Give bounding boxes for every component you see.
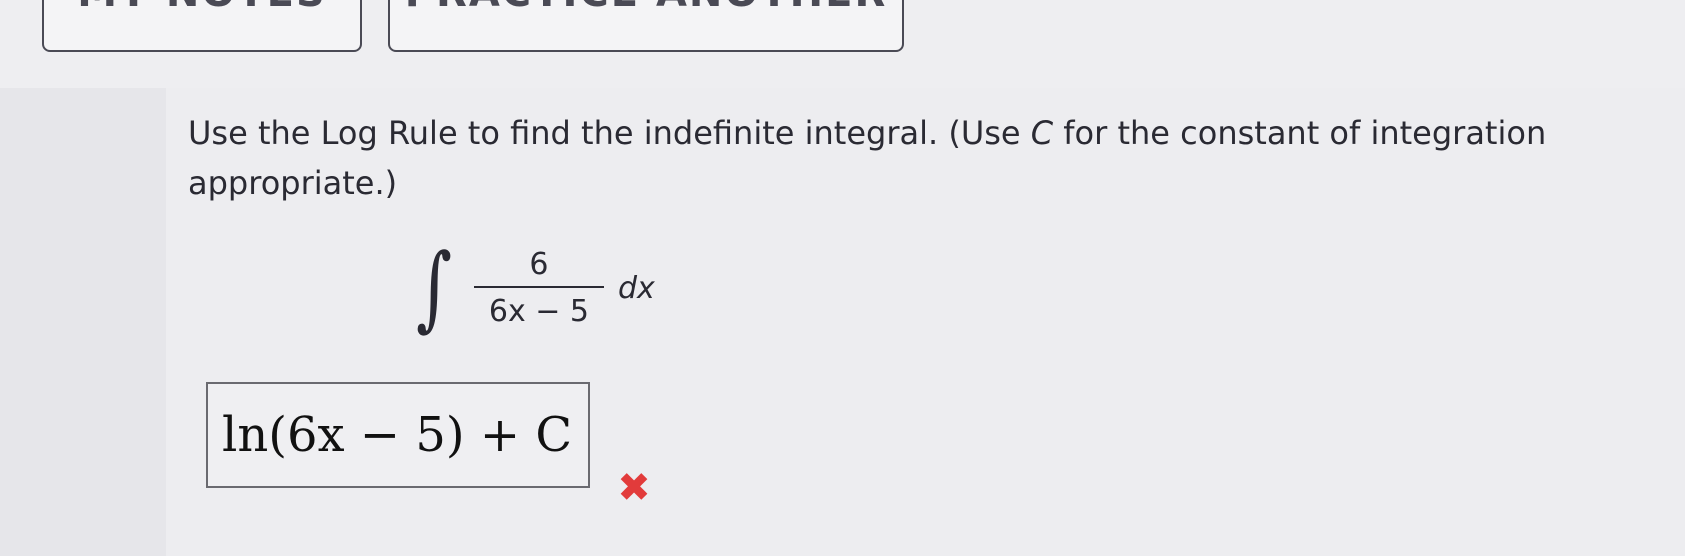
fraction-denominator: 6x − 5 — [488, 294, 589, 329]
question-text: Use the Log Rule to find the indefinite … — [188, 108, 1685, 208]
integral-sign: ∫ — [415, 234, 452, 341]
left-margin — [0, 88, 167, 556]
question-line-1: Use the Log Rule to find the indefinite … — [188, 114, 1547, 152]
question-line-2: appropriate.) — [188, 164, 398, 202]
practice-another-button[interactable]: PRACTICE ANOTHER — [388, 0, 904, 52]
cross-icon: ✖ — [617, 465, 651, 511]
practice-another-label: PRACTICE ANOTHER — [405, 0, 888, 16]
answer-input[interactable]: ln(6x − 5) + C — [206, 382, 590, 488]
fraction: 6 6x − 5 — [473, 247, 604, 329]
top-toolbar: MY NOTES PRACTICE ANOTHER — [0, 0, 1685, 88]
differential: dx — [617, 270, 655, 306]
fraction-numerator: 6 — [529, 247, 549, 282]
answer-value: ln(6x − 5) + C — [222, 407, 573, 463]
my-notes-button[interactable]: MY NOTES — [42, 0, 362, 52]
integral-expression: ∫ 6 6x − 5 dx — [410, 228, 655, 348]
constant-symbol: C — [1030, 114, 1054, 152]
my-notes-label: MY NOTES — [77, 0, 327, 16]
